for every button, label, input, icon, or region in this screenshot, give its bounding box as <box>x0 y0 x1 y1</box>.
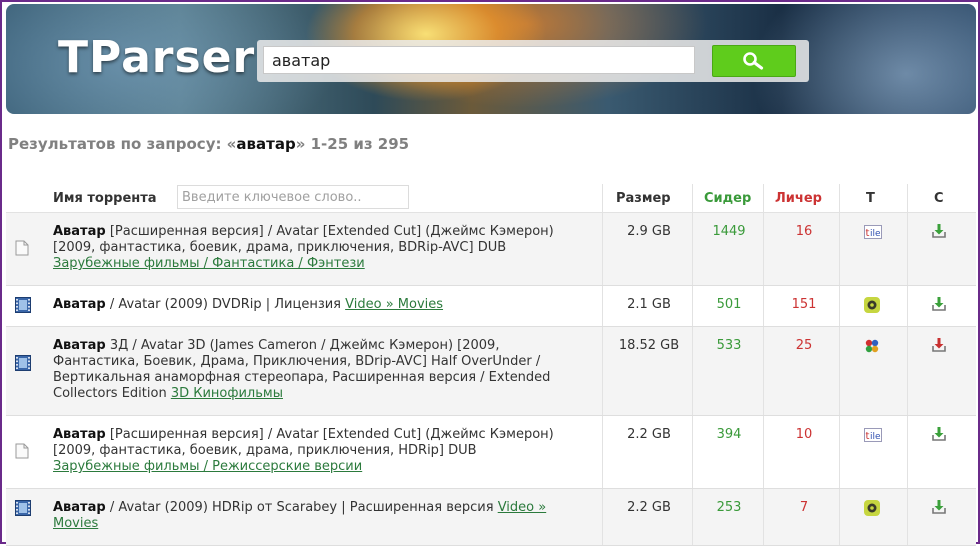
seeders-count: 253 <box>716 500 742 515</box>
header-banner: TParser <box>6 4 976 114</box>
torrent-name: Аватар [Расширенная версия] / Avatar [Ex… <box>53 224 563 272</box>
document-icon <box>15 240 29 260</box>
torrent-title[interactable]: Аватар <box>53 297 106 312</box>
circle-tracker-icon[interactable] <box>864 297 880 317</box>
seeders-count: 501 <box>716 297 742 312</box>
download-red-icon[interactable] <box>931 337 947 357</box>
film-icon <box>15 297 31 317</box>
film-icon <box>15 500 31 520</box>
svg-text:t: t <box>866 228 870 239</box>
col-leechers[interactable]: Личер <box>775 191 822 206</box>
site-logo[interactable]: TParser <box>58 32 255 83</box>
download-icon[interactable] <box>931 499 947 519</box>
summary-query: аватар <box>236 135 296 153</box>
col-t[interactable]: T <box>866 191 875 206</box>
table-row[interactable]: Аватар 3Д / Avatar 3D (James Cameron / Д… <box>6 327 976 416</box>
leechers-count: 16 <box>795 224 813 239</box>
name-filter-input[interactable] <box>177 185 409 209</box>
leechers-count: 7 <box>799 500 809 515</box>
table-row[interactable]: Аватар [Расширенная версия] / Avatar [Ex… <box>6 416 976 489</box>
col-size[interactable]: Размер <box>616 191 671 206</box>
col-c[interactable]: C <box>934 191 944 206</box>
svg-text:ile: ile <box>870 229 881 239</box>
seeders-count: 394 <box>716 427 742 442</box>
torrent-name: Аватар / Avatar (2009) DVDRip | Лицензия… <box>53 297 563 313</box>
torrent-name: Аватар 3Д / Avatar 3D (James Cameron / Д… <box>53 338 563 402</box>
torrent-title[interactable]: Аватар <box>53 224 106 239</box>
search-icon <box>743 52 764 70</box>
download-icon[interactable] <box>931 426 947 446</box>
torrent-title[interactable]: Аватар <box>53 427 106 442</box>
torrent-size: 2.9 GB <box>627 224 671 239</box>
film-icon <box>15 355 31 375</box>
torrent-desc: [Расширенная версия] / Avatar [Extended … <box>53 224 554 255</box>
category-link[interactable]: Зарубежные фильмы / Фантастика / Фэнтези <box>53 256 365 271</box>
search-input[interactable] <box>263 46 695 74</box>
tfile-icon[interactable]: t ile <box>864 427 882 446</box>
table-row[interactable]: Аватар / Avatar (2009) HDRip от Scarabey… <box>6 489 976 546</box>
results-table: Имя торрента Размер Сидер Личер T C Ават… <box>6 184 976 546</box>
svg-text:ile: ile <box>870 432 881 442</box>
category-link[interactable]: Зарубежные фильмы / Режиссерские версии <box>53 459 362 474</box>
seeders-count: 1449 <box>712 224 746 239</box>
table-row[interactable]: Аватар [Расширенная версия] / Avatar [Ex… <box>6 213 976 286</box>
summary-suffix: » 1-25 из 295 <box>295 135 410 153</box>
category-link[interactable]: Video » Movies <box>345 297 443 312</box>
torrent-title[interactable]: Аватар <box>53 338 106 353</box>
col-seeders[interactable]: Сидер <box>704 191 751 206</box>
download-icon[interactable] <box>931 223 947 243</box>
category-link[interactable]: 3D Кинофильмы <box>171 386 283 401</box>
document-icon <box>15 443 29 463</box>
download-icon[interactable] <box>931 296 947 316</box>
torrent-size: 2.1 GB <box>627 297 671 312</box>
torrent-title[interactable]: Аватар <box>53 500 106 515</box>
col-name[interactable]: Имя торрента <box>53 191 157 206</box>
seeders-count: 533 <box>716 338 742 353</box>
table-row[interactable]: Аватар / Avatar (2009) DVDRip | Лицензия… <box>6 286 976 327</box>
table-body: Аватар [Расширенная версия] / Avatar [Ex… <box>6 213 976 546</box>
torrent-desc: 3Д / Avatar 3D (James Cameron / Джеймс К… <box>53 338 551 401</box>
leechers-count: 10 <box>795 427 813 442</box>
leechers-count: 25 <box>795 338 813 353</box>
tfile-icon[interactable]: t ile <box>864 224 882 243</box>
torrent-desc: [Расширенная версия] / Avatar [Extended … <box>53 427 554 458</box>
table-header: Имя торрента Размер Сидер Личер T C <box>6 184 976 213</box>
puzzle-tracker-icon[interactable] <box>864 338 880 358</box>
search-bar <box>257 40 809 82</box>
svg-text:t: t <box>866 431 870 442</box>
search-button[interactable] <box>712 45 796 77</box>
torrent-size: 2.2 GB <box>627 427 671 442</box>
leechers-count: 151 <box>791 297 817 312</box>
torrent-desc: / Avatar (2009) DVDRip | Лицензия <box>105 297 346 312</box>
summary-prefix: Результатов по запросу: « <box>8 135 237 153</box>
torrent-name: Аватар [Расширенная версия] / Avatar [Ex… <box>53 427 563 475</box>
torrent-name: Аватар / Avatar (2009) HDRip от Scarabey… <box>53 500 563 532</box>
results-summary: Результатов по запросу: «аватар» 1-25 из… <box>8 135 409 153</box>
torrent-desc: / Avatar (2009) HDRip от Scarabey | Расш… <box>105 500 498 515</box>
circle-tracker-icon[interactable] <box>864 500 880 520</box>
torrent-size: 18.52 GB <box>618 338 680 353</box>
torrent-size: 2.2 GB <box>627 500 671 515</box>
